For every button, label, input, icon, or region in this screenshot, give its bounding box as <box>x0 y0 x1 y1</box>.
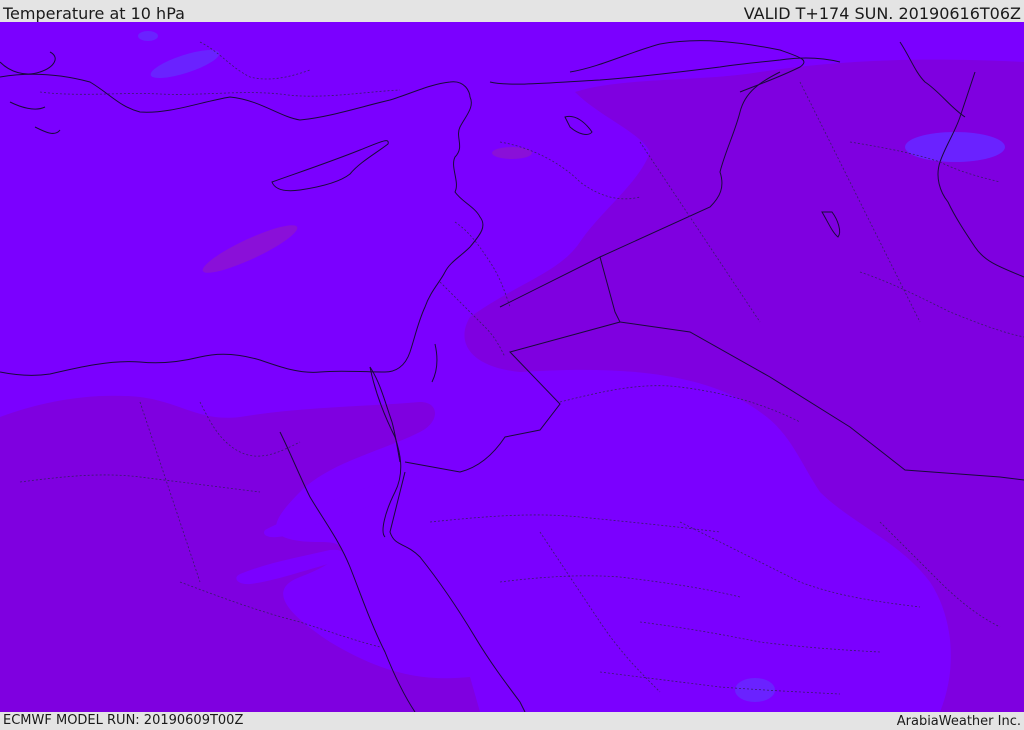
map-title: Temperature at 10 hPa <box>3 4 185 23</box>
temperature-map <box>0 22 1024 712</box>
valid-time: VALID T+174 SUN. 20190616T06Z <box>743 4 1021 23</box>
map-panel[interactable] <box>0 22 1024 712</box>
model-run-label: ECMWF MODEL RUN: 20190609T00Z <box>3 713 244 728</box>
cool-patch-balkans <box>138 31 158 41</box>
brand-label: ArabiaWeather Inc. <box>896 714 1021 729</box>
footer-bar: ECMWF MODEL RUN: 20190609T00Z ArabiaWeat… <box>0 712 1024 729</box>
warm-patch-syria <box>492 147 532 159</box>
header-bar: Temperature at 10 hPa VALID T+174 SUN. 2… <box>0 0 1024 23</box>
cool-patch-yemen <box>735 678 775 702</box>
cool-patch-iran <box>905 132 1005 162</box>
